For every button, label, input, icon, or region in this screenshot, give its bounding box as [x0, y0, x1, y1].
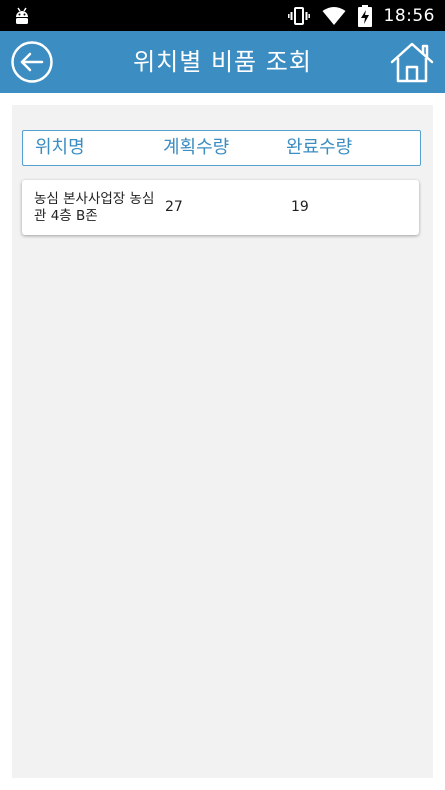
page-title: 위치별 비품 조회 [133, 48, 312, 76]
battery-charging-icon [357, 4, 372, 27]
home-button[interactable] [389, 39, 435, 85]
header-completed-qty: 완료수량 [286, 137, 353, 158]
content-panel: 위치명 계획수량 완료수량 농심 본사사업장 농심관 4층 B존 27 19 [12, 105, 433, 778]
vibrate-icon [287, 6, 310, 25]
table-header: 위치명 계획수량 완료수량 [22, 130, 421, 166]
android-icon [16, 7, 28, 24]
header-planned-qty: 계획수량 [163, 137, 230, 158]
status-time: 18:56 [383, 5, 435, 26]
wifi-icon [322, 6, 345, 25]
home-icon [390, 42, 434, 83]
status-bar: 18:56 [0, 0, 445, 31]
header-location: 위치명 [35, 137, 85, 158]
table-row[interactable]: 농심 본사사업장 농심관 4층 B존 27 19 [22, 180, 419, 235]
row-location: 농심 본사사업장 농심관 4층 B존 [34, 191, 155, 224]
row-planned-qty: 27 [165, 199, 183, 215]
row-completed-qty: 19 [291, 199, 309, 215]
app-bar: 위치별 비품 조회 [0, 31, 445, 93]
